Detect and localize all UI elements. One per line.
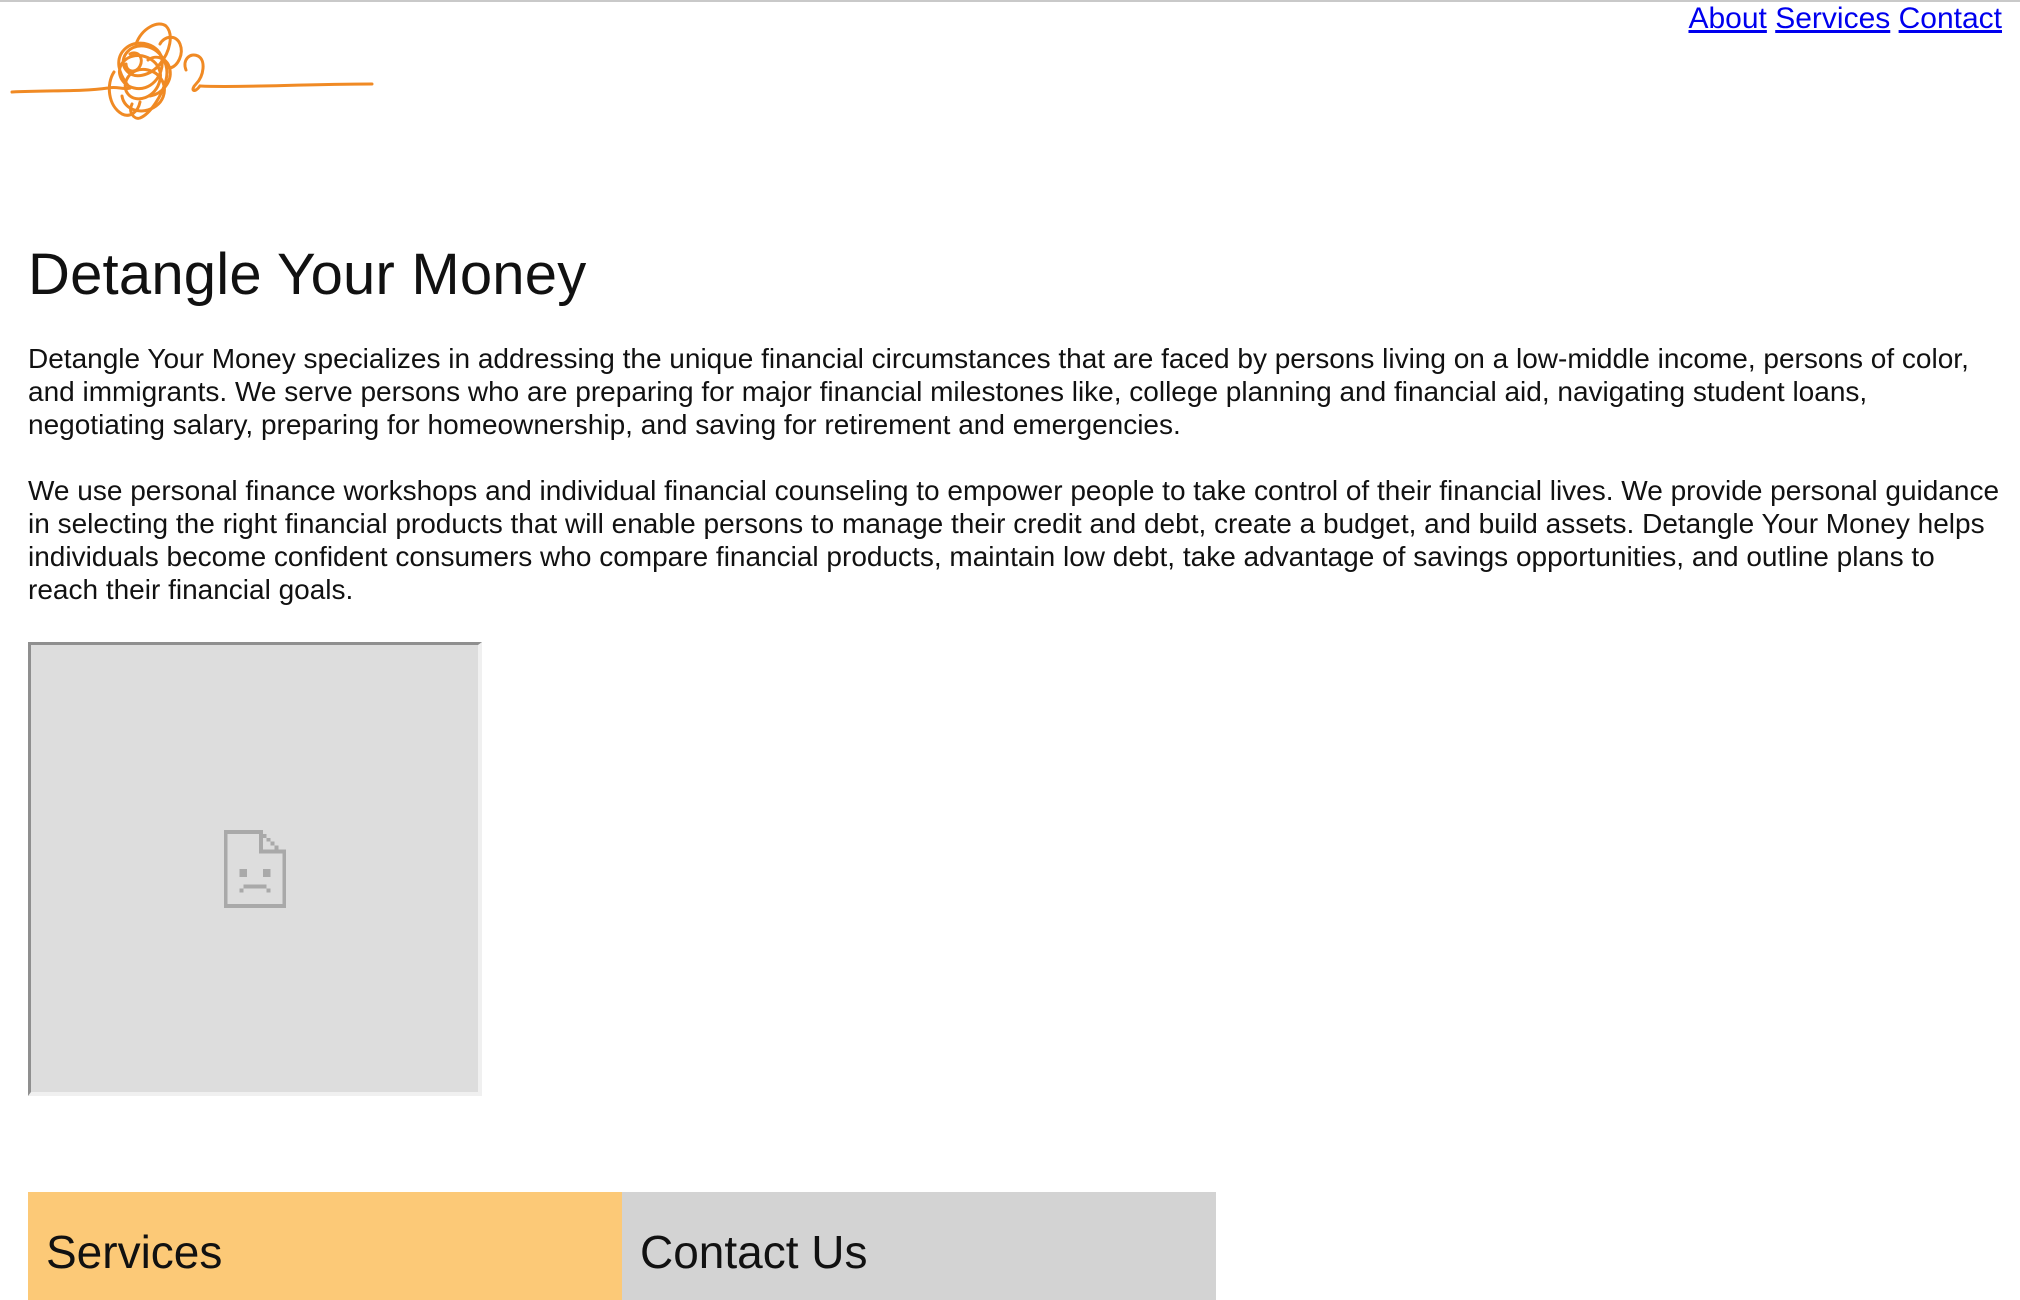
nav-link-services[interactable]: Services	[1775, 2, 1890, 35]
services-tile-label: Services	[46, 1226, 223, 1278]
page-title: Detangle Your Money	[28, 242, 587, 307]
contact-us-tile[interactable]: Contact Us	[622, 1192, 1216, 1300]
intro-paragraph: Detangle Your Money specializes in addre…	[28, 343, 1969, 440]
nav-link-contact[interactable]: Contact	[1899, 2, 2002, 35]
contact-us-tile-label: Contact Us	[640, 1226, 868, 1278]
broken-image-icon	[223, 829, 286, 908]
services-paragraph: We use personal finance workshops and in…	[28, 475, 2000, 605]
logo[interactable]	[10, 14, 385, 134]
section-tiles: Services Contact Us	[28, 1192, 1216, 1300]
main-content: Detangle Your Money Detangle Your Money …	[28, 240, 2000, 1096]
page: About Services Contact Detangle Your Mon…	[0, 0, 2020, 1300]
top-nav: About Services Contact	[1688, 0, 2002, 38]
broken-image	[28, 642, 482, 1096]
tangled-scribble-logo-icon	[10, 22, 374, 120]
services-tile[interactable]: Services	[28, 1192, 622, 1300]
nav-link-about[interactable]: About	[1688, 2, 1766, 35]
